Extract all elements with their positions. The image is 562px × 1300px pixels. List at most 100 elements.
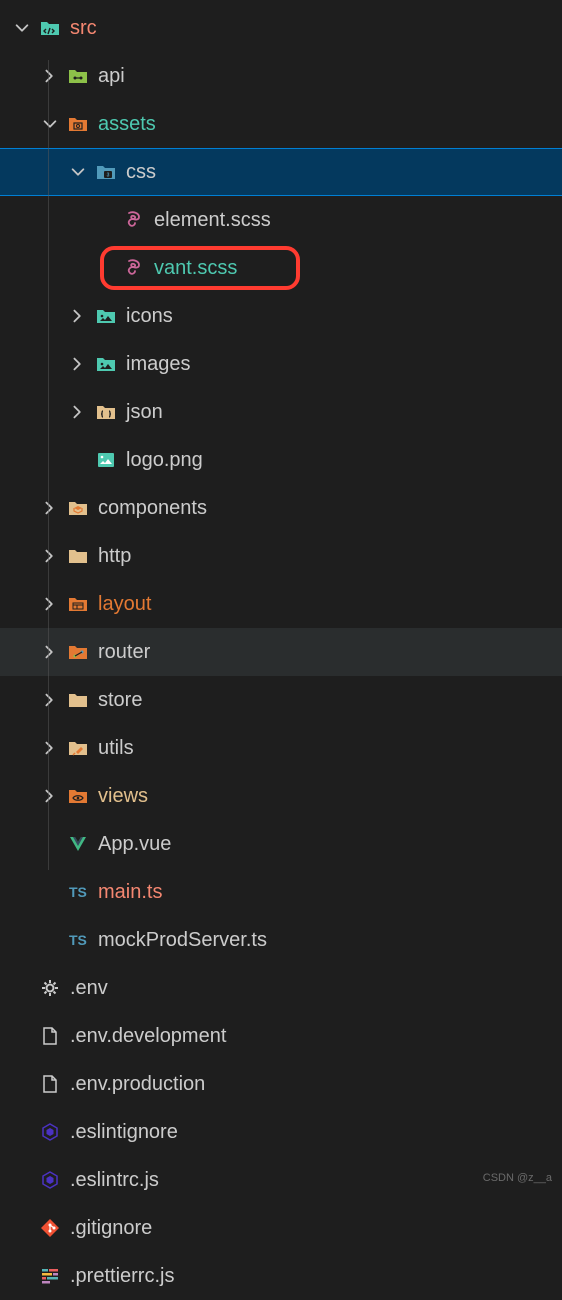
tree-item-label: json [120, 401, 163, 424]
tree-item-layout[interactable]: layout [0, 580, 562, 628]
tree-item-label: .prettierrc.js [64, 1265, 174, 1288]
folder-components-icon [64, 497, 92, 519]
tree-item-label: http [92, 545, 131, 568]
folder-views-icon [64, 785, 92, 807]
chevron-right-icon [36, 67, 64, 85]
chevron-placeholder [8, 1075, 36, 1093]
folder-router-icon [64, 641, 92, 663]
tree-item-label: mockProdServer.ts [92, 929, 267, 952]
tree-item-components[interactable]: components [0, 484, 562, 532]
tree-item-eslintignore[interactable]: .eslintignore [0, 1108, 562, 1156]
tree-item-label: .env.development [64, 1025, 226, 1048]
tree-item-label: utils [92, 737, 134, 760]
tree-item-utils[interactable]: utils [0, 724, 562, 772]
file-explorer-tree: src api assets css element.scss vant.scs… [0, 0, 562, 1300]
tree-item-label: vant.scss [148, 257, 237, 280]
chevron-right-icon [36, 595, 64, 613]
tree-item-assets[interactable]: assets [0, 100, 562, 148]
tree-item-label: assets [92, 113, 156, 136]
tree-item-label: .env [64, 977, 108, 1000]
tree-item-icons[interactable]: icons [0, 292, 562, 340]
chevron-down-icon [36, 115, 64, 133]
tree-item-label: css [120, 161, 156, 184]
chevron-right-icon [64, 355, 92, 373]
file-icon [36, 1073, 64, 1095]
tree-item-label: App.vue [92, 833, 171, 856]
git-file-icon [36, 1217, 64, 1239]
folder-images-icon [92, 305, 120, 327]
tree-item-label: views [92, 785, 148, 808]
tree-item-element-scss[interactable]: element.scss [0, 196, 562, 244]
tree-item-env-production[interactable]: .env.production [0, 1060, 562, 1108]
tree-item-label: api [92, 65, 125, 88]
folder-src-icon [36, 17, 64, 39]
tree-item-label: components [92, 497, 207, 520]
chevron-right-icon [64, 307, 92, 325]
tree-item-router[interactable]: router [0, 628, 562, 676]
watermark: CSDN @z__a [483, 1172, 552, 1184]
tree-item-store[interactable]: store [0, 676, 562, 724]
chevron-placeholder [36, 931, 64, 949]
scss-file-icon [120, 257, 148, 279]
tree-item-label: .gitignore [64, 1217, 152, 1240]
eslint-file-icon [36, 1169, 64, 1191]
tree-item-src[interactable]: src [0, 4, 562, 52]
tree-item-main-ts[interactable]: main.ts [0, 868, 562, 916]
folder-images-icon [92, 353, 120, 375]
tree-item-label: icons [120, 305, 173, 328]
chevron-right-icon [36, 691, 64, 709]
chevron-placeholder [8, 1027, 36, 1045]
chevron-placeholder [64, 451, 92, 469]
tree-item-http[interactable]: http [0, 532, 562, 580]
chevron-placeholder [8, 1267, 36, 1285]
image-file-icon [92, 449, 120, 471]
folder-api-icon [64, 65, 92, 87]
vue-file-icon [64, 833, 92, 855]
chevron-placeholder [8, 1123, 36, 1141]
folder-layout-icon [64, 593, 92, 615]
folder-json-icon [92, 401, 120, 423]
chevron-placeholder [36, 835, 64, 853]
tree-item-prettierrc[interactable]: .prettierrc.js [0, 1252, 562, 1300]
tree-item-label: src [64, 17, 97, 40]
folder-icon [64, 689, 92, 711]
tree-item-json[interactable]: json [0, 388, 562, 436]
chevron-down-icon [8, 19, 36, 37]
tree-item-css[interactable]: css [0, 148, 562, 196]
chevron-placeholder [8, 1171, 36, 1189]
chevron-right-icon [36, 499, 64, 517]
ts-file-icon [64, 929, 92, 951]
folder-utils-icon [64, 737, 92, 759]
ts-file-icon [64, 881, 92, 903]
tree-item-gitignore[interactable]: .gitignore [0, 1204, 562, 1252]
scss-file-icon [120, 209, 148, 231]
tree-item-label: layout [92, 593, 151, 616]
tree-item-api[interactable]: api [0, 52, 562, 100]
tree-item-label: logo.png [120, 449, 203, 472]
tree-item-mockprodserver-ts[interactable]: mockProdServer.ts [0, 916, 562, 964]
eslint-file-icon [36, 1121, 64, 1143]
chevron-placeholder [8, 979, 36, 997]
tree-item-eslintrc[interactable]: .eslintrc.js [0, 1156, 562, 1204]
tree-item-logo-png[interactable]: logo.png [0, 436, 562, 484]
tree-item-vant-scss[interactable]: vant.scss [0, 244, 562, 292]
file-icon [36, 1025, 64, 1047]
tree-item-images[interactable]: images [0, 340, 562, 388]
tree-item-views[interactable]: views [0, 772, 562, 820]
tree-item-env-development[interactable]: .env.development [0, 1012, 562, 1060]
tree-item-label: store [92, 689, 142, 712]
tree-item-label: element.scss [148, 209, 271, 232]
tree-item-label: .eslintignore [64, 1121, 178, 1144]
tree-item-env[interactable]: .env [0, 964, 562, 1012]
indent-guide [48, 60, 49, 870]
chevron-right-icon [36, 547, 64, 565]
tree-item-label: .env.production [64, 1073, 205, 1096]
tree-item-label: router [92, 641, 150, 664]
chevron-right-icon [36, 739, 64, 757]
prettier-file-icon [36, 1265, 64, 1287]
chevron-placeholder [92, 259, 120, 277]
tree-item-app-vue[interactable]: App.vue [0, 820, 562, 868]
tree-item-label: images [120, 353, 190, 376]
tree-item-label: main.ts [92, 881, 162, 904]
chevron-right-icon [36, 643, 64, 661]
